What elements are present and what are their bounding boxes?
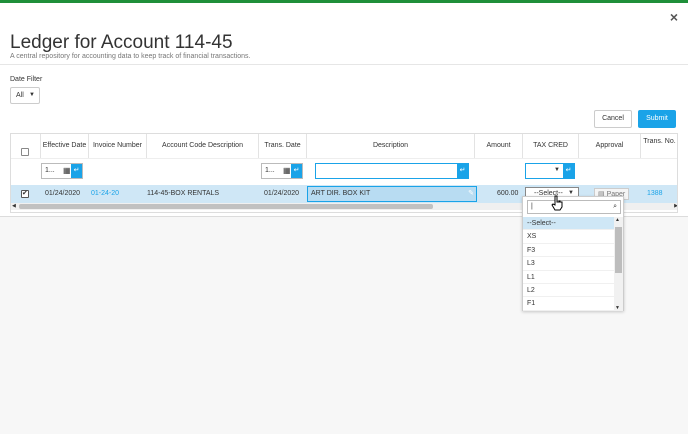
scrollbar-thumb[interactable] [19, 204, 433, 209]
close-icon[interactable]: × [670, 9, 678, 25]
dropdown-option[interactable]: --Select-- [523, 217, 615, 231]
date-filter-select[interactable]: All ▼ [10, 87, 40, 104]
cancel-button[interactable]: Cancel [594, 110, 632, 128]
check-icon: ✔ [22, 190, 28, 197]
description-input-value: ART DIR. BOX KIT [311, 190, 371, 197]
cell-account-code-description: 114-45-BOX RENTALS [147, 190, 220, 197]
header-amount[interactable]: Amount [475, 134, 523, 158]
ledger-modal: × Ledger for Account 114-45 A central re… [0, 3, 688, 217]
tax-cred-dropdown[interactable]: | ⌕ --Select-- XS F3 L3 L1 L2 F1 ▲ ▼ [522, 196, 624, 311]
page-subtitle: A central repository for accounting data… [10, 53, 251, 60]
description-filter[interactable]: ↵ [315, 163, 469, 179]
date-filter-label: Date Filter [10, 76, 43, 83]
dropdown-search-value: | [531, 203, 533, 210]
effective-date-filter[interactable]: 1... ▦ ↵ [41, 163, 83, 179]
scroll-down-icon[interactable]: ▼ [615, 305, 620, 311]
page-title: Ledger for Account 114-45 [10, 32, 233, 53]
date-filter-value: All [16, 92, 24, 99]
dropdown-scrollbar-thumb[interactable] [615, 227, 622, 273]
enter-arrow-icon[interactable]: ↵ [457, 164, 468, 178]
enter-arrow-icon[interactable]: ↵ [71, 164, 82, 178]
header-approval[interactable]: Approval [579, 134, 641, 158]
dropdown-options: --Select-- XS F3 L3 L1 L2 F1 [523, 217, 615, 311]
header-invoice-number[interactable]: Invoice Number [89, 134, 147, 158]
submit-button[interactable]: Submit [638, 110, 676, 128]
dropdown-scrollbar[interactable]: ▲ ▼ [614, 217, 623, 311]
enter-arrow-icon[interactable]: ↵ [291, 164, 302, 178]
dropdown-option[interactable]: F1 [523, 297, 615, 311]
scroll-up-icon[interactable]: ▲ [615, 217, 620, 223]
header-tax-cred[interactable]: TAX CRED [523, 134, 579, 158]
calendar-icon[interactable]: ▦ [63, 166, 71, 175]
hand-cursor-icon [551, 195, 563, 211]
header-trans-no[interactable]: Trans. No. [641, 134, 677, 158]
divider [0, 64, 688, 65]
filter-row: 1... ▦ ↵ 1... ▦ ↵ ↵ ▼ ↵ [11, 158, 677, 185]
cell-trans-no[interactable]: 1388 [647, 190, 663, 197]
scroll-right-icon[interactable]: ▶ [674, 203, 677, 209]
header-effective-date[interactable]: Effective Date [41, 134, 89, 158]
cell-effective-date: 01/24/2020 [45, 190, 81, 197]
header-description[interactable]: Description [307, 134, 475, 158]
calendar-icon[interactable]: ▦ [283, 166, 291, 175]
dropdown-search-input[interactable]: | ⌕ [527, 200, 621, 214]
header-checkbox-col [11, 134, 41, 158]
cell-invoice-number[interactable]: 01-24-20 [91, 190, 119, 197]
dropdown-option[interactable]: XS [523, 230, 615, 244]
enter-arrow-icon[interactable]: ↵ [563, 164, 574, 178]
header-account-code-description[interactable]: Account Code Description [147, 134, 259, 158]
chevron-down-icon: ▼ [554, 167, 560, 173]
description-input[interactable]: ART DIR. BOX KIT ✎ [307, 186, 477, 202]
pencil-icon[interactable]: ✎ [468, 189, 474, 197]
chevron-down-icon: ▼ [29, 92, 35, 98]
dropdown-option[interactable]: L3 [523, 257, 615, 271]
effective-date-filter-value: 1... [45, 167, 55, 174]
cell-amount: 600.00 [497, 190, 519, 197]
scroll-left-icon[interactable]: ◀ [12, 203, 16, 209]
dropdown-option[interactable]: F3 [523, 244, 615, 258]
search-icon: ⌕ [613, 203, 617, 210]
trans-date-filter-value: 1... [265, 167, 275, 174]
row-checkbox[interactable]: ✔ [21, 190, 29, 198]
tax-cred-filter[interactable]: ▼ ↵ [525, 163, 575, 179]
dropdown-option[interactable]: L2 [523, 284, 615, 298]
header-trans-date[interactable]: Trans. Date [259, 134, 307, 158]
trans-date-filter[interactable]: 1... ▦ ↵ [261, 163, 303, 179]
cell-trans-date: 01/24/2020 [264, 190, 300, 197]
dropdown-option[interactable]: L1 [523, 271, 615, 284]
